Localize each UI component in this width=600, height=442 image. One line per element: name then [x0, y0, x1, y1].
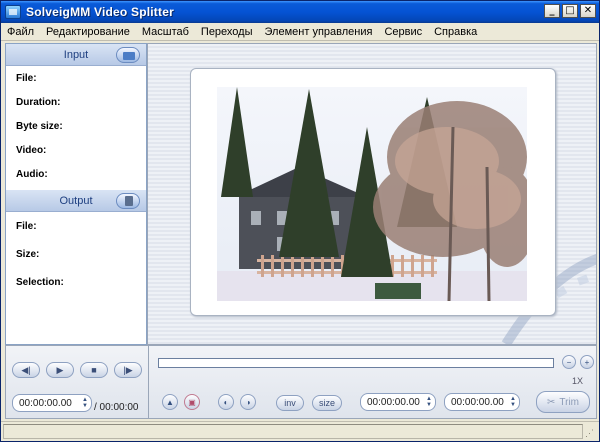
menu-zoom[interactable]: Масштаб [136, 26, 195, 38]
size-label: size [318, 398, 335, 408]
marker-up-button[interactable]: ▲ [162, 394, 178, 410]
total-time-label: / 00:00:00 [94, 402, 139, 413]
mark-out-time-spinner[interactable]: ▲ ▼ [510, 396, 516, 408]
current-time-value: 00:00:00.00 [19, 397, 72, 409]
delete-marker-button[interactable]: ▣ [184, 394, 200, 410]
minus-icon: − [566, 357, 572, 367]
mark-in-time-spinner[interactable]: ▲ ▼ [426, 396, 432, 408]
input-bytesize-label: Byte size: [16, 120, 63, 132]
open-file-button[interactable] [116, 47, 140, 63]
mark-out-button[interactable]: ◑ [240, 394, 256, 410]
menu-service[interactable]: Сервис [378, 26, 428, 38]
output-file-label: File: [16, 220, 37, 232]
mark-in-icon: ◐ [223, 397, 229, 407]
timeline-slider[interactable] [158, 358, 554, 368]
status-bar: ⋰ [1, 421, 599, 441]
maximize-button[interactable]: □ [562, 4, 578, 18]
disk-icon [125, 196, 133, 206]
input-header-label: Input [63, 48, 89, 61]
video-preview-area [147, 43, 597, 345]
status-cell [3, 424, 583, 439]
current-time-spinner[interactable]: ▲ ▼ [82, 397, 88, 409]
minimize-button[interactable]: _ [544, 4, 560, 18]
input-duration-label: Duration: [16, 96, 61, 108]
window-title: SolveigMM Video Splitter [26, 5, 174, 19]
trim-button[interactable]: ✂ Trim [536, 391, 590, 413]
output-size-label: Size: [16, 248, 40, 260]
control-panel: ◀| ▶ ■ |▶ 00:00:00.00 ▲ ▼ / 00:00:00 − + … [5, 345, 597, 419]
step-back-button[interactable]: ◀| [12, 362, 40, 378]
step-back-icon: ◀| [21, 364, 31, 375]
output-section-header: Output [6, 190, 146, 212]
trim-label: Trim [559, 396, 579, 408]
menu-bar: Файл Редактирование Масштаб Переходы Эле… [1, 23, 599, 41]
video-frame [190, 68, 556, 316]
plus-icon: + [584, 357, 590, 367]
size-button[interactable]: size [312, 395, 342, 411]
step-forward-icon: |▶ [123, 364, 133, 375]
mark-out-time-value: 00:00:00.00 [451, 396, 504, 408]
save-file-button[interactable] [116, 193, 140, 209]
mark-out-icon: ◑ [245, 397, 251, 407]
menu-edit[interactable]: Редактирование [40, 26, 136, 38]
zoom-in-button[interactable]: + [580, 355, 594, 369]
mark-out-time-field[interactable]: 00:00:00.00 ▲ ▼ [444, 393, 520, 411]
mark-in-button[interactable]: ◐ [218, 394, 234, 410]
zoom-level: 1X [572, 376, 584, 386]
main-window: SolveigMM Video Splitter _ □ ✕ Файл Реда… [0, 0, 600, 442]
triangle-up-icon: ▲ [166, 397, 174, 407]
video-still-image [217, 87, 527, 301]
step-forward-button[interactable]: |▶ [114, 362, 142, 378]
zoom-out-button[interactable]: − [562, 355, 576, 369]
input-video-label: Video: [16, 144, 47, 156]
control-divider [148, 346, 149, 418]
output-header-label: Output [59, 194, 93, 207]
menu-navigation[interactable]: Переходы [195, 26, 259, 38]
output-selection-label: Selection: [16, 276, 64, 288]
folder-icon [123, 52, 135, 60]
menu-control[interactable]: Элемент управления [259, 26, 379, 38]
app-icon [5, 5, 21, 19]
marker-delete-icon: ▣ [188, 397, 196, 407]
close-button[interactable]: ✕ [580, 4, 596, 18]
play-button[interactable]: ▶ [46, 362, 74, 378]
menu-help[interactable]: Справка [428, 26, 483, 38]
menu-file[interactable]: Файл [1, 26, 40, 38]
resize-grip-icon[interactable]: ⋰ [585, 428, 597, 440]
invert-label: inv [284, 398, 296, 408]
input-file-label: File: [16, 72, 37, 84]
stop-button[interactable]: ■ [80, 362, 108, 378]
invert-selection-button[interactable]: inv [276, 395, 304, 411]
mark-in-time-value: 00:00:00.00 [367, 396, 420, 408]
title-bar[interactable]: SolveigMM Video Splitter _ □ ✕ [1, 1, 599, 23]
current-time-field[interactable]: 00:00:00.00 ▲ ▼ [12, 394, 92, 412]
stop-icon: ■ [91, 365, 97, 375]
input-section-header: Input [6, 44, 146, 66]
input-audio-label: Audio: [16, 168, 48, 180]
play-icon: ▶ [56, 364, 64, 375]
window-controls: _ □ ✕ [544, 4, 596, 18]
file-info-panel: Input File: Duration: Byte size: Video: … [5, 43, 147, 345]
scissors-icon: ✂ [546, 396, 556, 408]
mark-in-time-field[interactable]: 00:00:00.00 ▲ ▼ [360, 393, 436, 411]
